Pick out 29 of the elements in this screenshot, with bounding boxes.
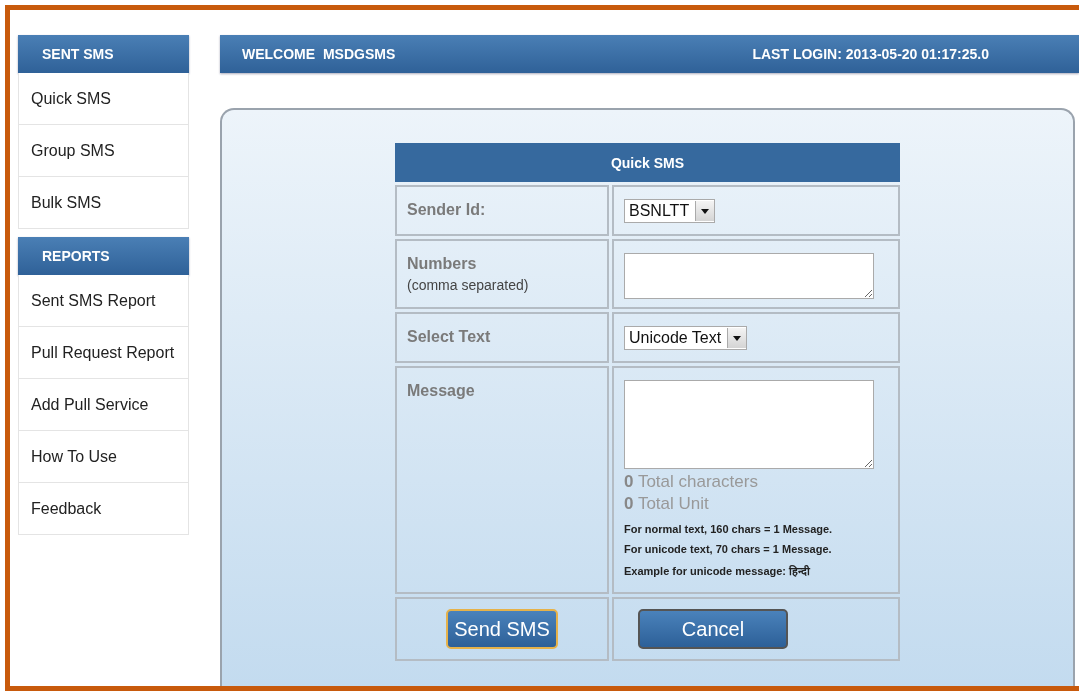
form-title: Quick SMS (395, 143, 900, 182)
field-label: Message (407, 381, 476, 400)
welcome-text: WELCOME MSDGSMS (242, 46, 396, 62)
sidebar-item[interactable]: Group SMS (18, 125, 189, 177)
sidebar-item[interactable]: Bulk SMS (18, 177, 189, 229)
note-text: Example for unicode message: हिन्दी (624, 564, 812, 578)
numbers-field[interactable] (624, 253, 874, 299)
counter-text: 0 Total Unit (624, 493, 710, 515)
counter-text: 0 Total characters (624, 471, 759, 493)
message-field[interactable] (624, 380, 874, 469)
field-label: Select Text (407, 327, 492, 346)
note-text: For normal text, 160 chars = 1 Message. (624, 523, 834, 535)
note-text: For unicode text, 70 chars = 1 Message. (624, 543, 833, 555)
sidebar-item[interactable]: Sent SMS Report (18, 275, 189, 327)
dropdown[interactable]: Unicode Text (624, 326, 748, 350)
hint-text: (comma separated) (407, 277, 530, 293)
sidebar-item[interactable]: How To Use (18, 431, 189, 483)
sidebar-item[interactable]: Pull Request Report (18, 327, 189, 379)
cancel-button[interactable]: Cancel (638, 609, 788, 649)
sidebar-heading: SENT SMS (18, 35, 189, 73)
sidebar-item[interactable]: Feedback (18, 483, 189, 535)
last-login-text: LAST LOGIN: 2013-05-20 01:17:25.0 (752, 46, 989, 62)
field-label: Sender Id: (407, 200, 487, 219)
sidebar-item[interactable]: Quick SMS (18, 73, 189, 125)
sidebar-item[interactable]: Add Pull Service (18, 379, 189, 431)
send-button[interactable]: Send SMS (446, 609, 558, 649)
field-label: Numbers (407, 254, 478, 273)
sidebar-heading: REPORTS (18, 237, 189, 275)
dropdown[interactable]: BSNLTT (624, 199, 716, 223)
